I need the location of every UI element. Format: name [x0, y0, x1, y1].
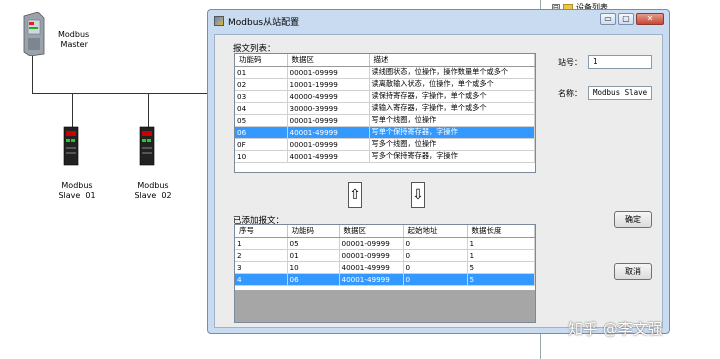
- added-list-grid[interactable]: 序号 功能码 数据区 起始地址 数据长度 1 05 00001-09999 0 1 2 01…: [234, 224, 536, 323]
- name-input[interactable]: Modbus Slave: [588, 86, 652, 100]
- close-button[interactable]: ✕: [636, 13, 664, 25]
- table-cell: 40000-49999: [287, 90, 370, 103]
- table-cell: 读离散输入状态，位操作，单个或多个: [369, 78, 535, 91]
- window-controls: ▭ ▢ ✕: [600, 13, 664, 25]
- station-label: 站号：: [558, 58, 582, 67]
- bus-line: [32, 93, 208, 94]
- message-row[interactable]: 06 40001-49999 写单个保持寄存器，字操作: [235, 126, 535, 139]
- table-cell: 写多个保持寄存器，字操作: [369, 150, 535, 163]
- dialog-client-area: 报文列表： 功能码 数据区 描述 01 00001-09999 读线圈状态，位操作，…: [214, 34, 663, 328]
- added-row[interactable]: 4 06 40001-49999 0 5: [235, 273, 535, 286]
- table-cell: 0: [403, 273, 468, 286]
- slave1-device-icon: [62, 125, 80, 170]
- minimize-button[interactable]: ▭: [600, 13, 616, 25]
- table-cell: 0: [403, 237, 468, 250]
- added-list-empty-area: [235, 290, 535, 322]
- column-header[interactable]: 起始地址: [403, 225, 468, 238]
- message-row[interactable]: 05 00001-09999 写单个线圈，位操作: [235, 114, 535, 127]
- table-cell: 0: [403, 249, 468, 262]
- ok-button[interactable]: 确定: [614, 211, 652, 228]
- slave1-drop-line: [72, 93, 73, 127]
- maximize-button[interactable]: ▢: [618, 13, 634, 25]
- table-cell: 1: [467, 249, 535, 262]
- table-cell: 04: [235, 102, 288, 115]
- table-cell: 写多个线圈，位操作: [369, 138, 535, 151]
- table-cell: 读保持寄存器，字操作，单个或多个: [369, 90, 535, 103]
- master-drop-line: [32, 55, 33, 93]
- table-cell: 06: [235, 126, 288, 139]
- table-cell: 1: [467, 237, 535, 250]
- column-header[interactable]: 数据长度: [467, 225, 535, 238]
- table-cell: 5: [467, 261, 535, 274]
- table-cell: 1: [235, 237, 288, 250]
- table-cell: 读输入寄存器，字操作，单个或多个: [369, 102, 535, 115]
- column-header[interactable]: 序号: [235, 225, 288, 238]
- message-row[interactable]: 02 10001-19999 读离散输入状态，位操作，单个或多个: [235, 78, 535, 91]
- slave2-device-icon: [138, 125, 156, 170]
- message-row[interactable]: 03 40000-49999 读保持寄存器，字操作，单个或多个: [235, 90, 535, 103]
- message-row[interactable]: 01 00001-09999 读线圈状态，位操作，操作数量单个或多个: [235, 66, 535, 79]
- station-input[interactable]: 1: [588, 55, 652, 69]
- table-cell: 40001-49999: [339, 273, 404, 286]
- table-cell: 03: [235, 90, 288, 103]
- app-icon: [214, 16, 224, 26]
- table-cell: 写单个线圈，位操作: [369, 114, 535, 127]
- table-cell: 40001-49999: [287, 126, 370, 139]
- modbus-slave-config-dialog: Modbus从站配置 ▭ ▢ ✕ 报文列表： 功能码 数据区 描述 01 0000…: [207, 9, 670, 334]
- column-header[interactable]: 描述: [369, 54, 535, 67]
- column-header[interactable]: 功能码: [235, 54, 288, 67]
- table-cell: 30000-39999: [287, 102, 370, 115]
- table-cell: 05: [235, 114, 288, 127]
- table-cell: 00001-09999: [339, 237, 404, 250]
- table-cell: 05: [287, 237, 340, 250]
- table-cell: 00001-09999: [339, 249, 404, 262]
- dialog-title: Modbus从站配置: [228, 17, 300, 28]
- move-down-button[interactable]: ⇩: [411, 182, 425, 208]
- column-header[interactable]: 数据区: [287, 54, 370, 67]
- table-cell: 00001-09999: [287, 114, 370, 127]
- added-row[interactable]: 2 01 00001-09999 0 1: [235, 249, 535, 262]
- table-cell: 06: [287, 273, 340, 286]
- table-cell: 2: [235, 249, 288, 262]
- arrow-down-icon: ⇩: [412, 187, 424, 203]
- message-row[interactable]: 10 40001-49999 写多个保持寄存器，字操作: [235, 150, 535, 163]
- watermark: 知乎 @李文强: [568, 320, 663, 338]
- table-cell: 40001-49999: [339, 261, 404, 274]
- column-header[interactable]: 功能码: [287, 225, 340, 238]
- message-list-grid[interactable]: 功能码 数据区 描述 01 00001-09999 读线圈状态，位操作，操作数量单个…: [234, 53, 536, 173]
- slave2-drop-line: [148, 93, 149, 127]
- table-cell: 读线圈状态，位操作，操作数量单个或多个: [369, 66, 535, 79]
- table-cell: 01: [287, 249, 340, 262]
- table-cell: 0: [403, 261, 468, 274]
- master-device-icon: [20, 11, 46, 59]
- table-cell: 02: [235, 78, 288, 91]
- table-cell: 10: [235, 150, 288, 163]
- table-cell: 01: [235, 66, 288, 79]
- table-cell: 40001-49999: [287, 150, 370, 163]
- master-label: Modbus Master: [58, 30, 90, 49]
- table-cell: 5: [467, 273, 535, 286]
- table-cell: 10: [287, 261, 340, 274]
- table-cell: 00001-09999: [287, 138, 370, 151]
- added-row[interactable]: 1 05 00001-09999 0 1: [235, 237, 535, 250]
- added-list-header: 序号 功能码 数据区 起始地址 数据长度: [235, 225, 535, 238]
- move-up-button[interactable]: ⇧: [348, 182, 362, 208]
- table-cell: 写单个保持寄存器，字操作: [369, 126, 535, 139]
- message-list-header: 功能码 数据区 描述: [235, 54, 535, 67]
- table-cell: 3: [235, 261, 288, 274]
- added-row[interactable]: 3 10 40001-49999 0 5: [235, 261, 535, 274]
- column-header[interactable]: 数据区: [339, 225, 404, 238]
- message-row[interactable]: 0F 00001-09999 写多个线圈，位操作: [235, 138, 535, 151]
- name-label: 名称：: [558, 89, 582, 98]
- table-cell: 00001-09999: [287, 66, 370, 79]
- slave2-label: Modbus Slave 02: [134, 181, 172, 200]
- table-cell: 10001-19999: [287, 78, 370, 91]
- table-cell: 0F: [235, 138, 288, 151]
- cancel-button[interactable]: 取消: [614, 263, 652, 280]
- table-cell: 4: [235, 273, 288, 286]
- arrow-up-icon: ⇧: [349, 187, 361, 203]
- message-row[interactable]: 04 30000-39999 读输入寄存器，字操作，单个或多个: [235, 102, 535, 115]
- slave1-label: Modbus Slave 01: [58, 181, 96, 200]
